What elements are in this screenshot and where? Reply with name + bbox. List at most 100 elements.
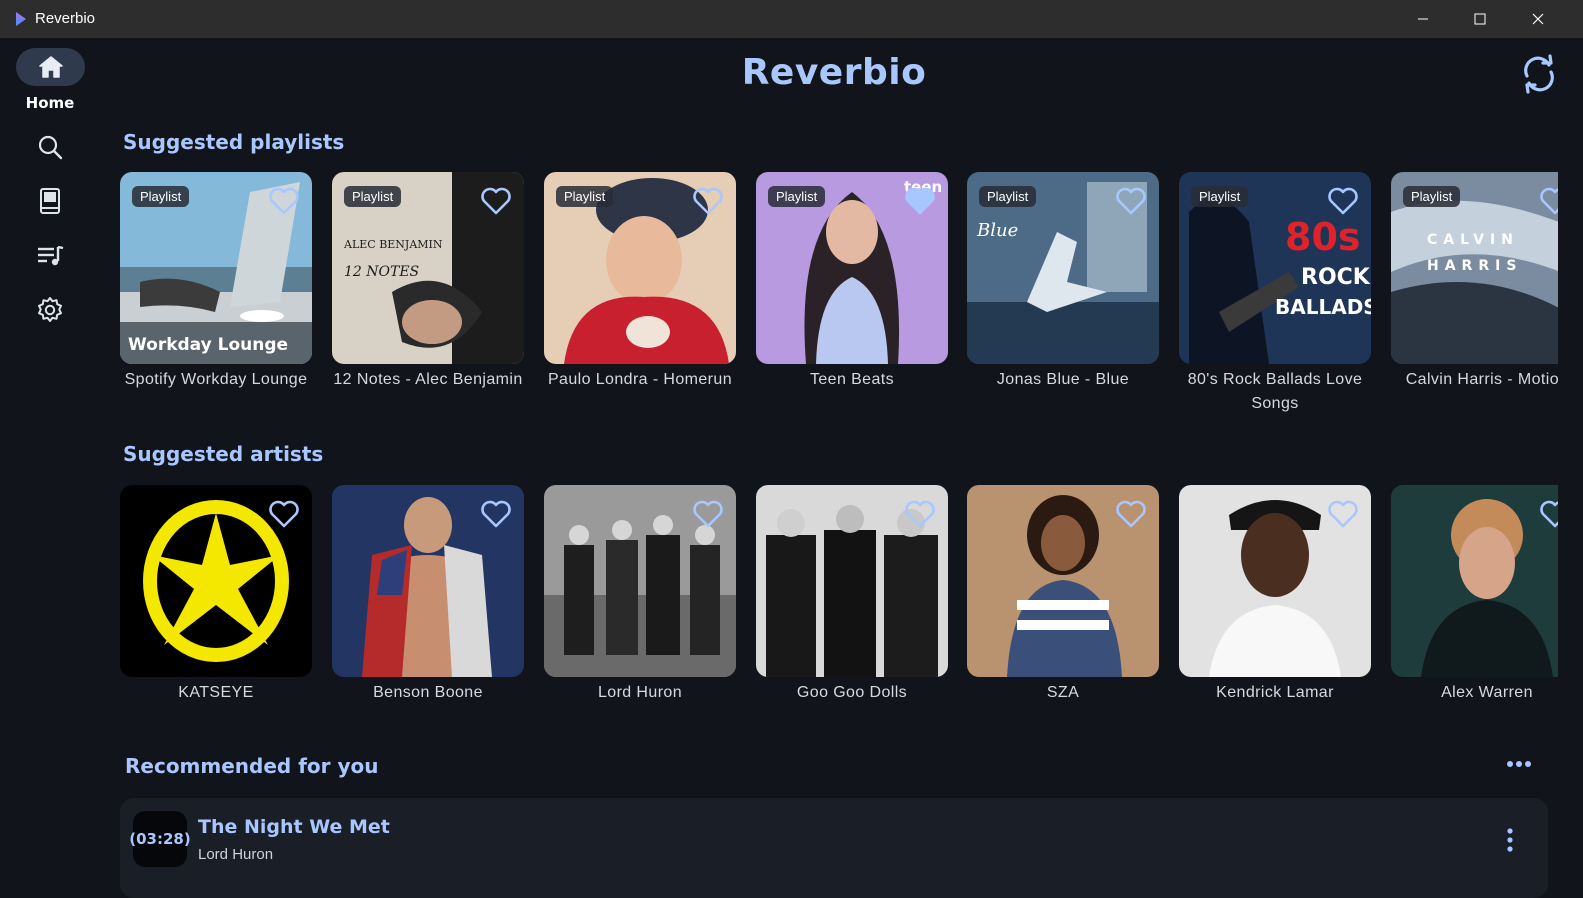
playlist-row: Workday Lounge Playlist Spotify Workday … xyxy=(120,172,1558,422)
minimize-button[interactable] xyxy=(1394,0,1452,38)
heart-icon[interactable] xyxy=(1327,499,1359,529)
section-title-artists: Suggested artists xyxy=(123,442,324,466)
playlist-artwork[interactable]: CALVIN HARRIS Playlist xyxy=(1391,172,1558,364)
artist-card[interactable]: Lord Huron xyxy=(544,485,736,705)
heart-icon[interactable] xyxy=(904,186,936,216)
playlist-name[interactable]: Calvin Harris - Motion xyxy=(1391,368,1558,392)
heart-icon[interactable] xyxy=(1115,186,1147,216)
artist-name[interactable]: KATSEYE xyxy=(120,681,312,705)
playlist-card[interactable]: teen beats Playlist Teen Beats xyxy=(756,172,948,392)
artist-photo[interactable] xyxy=(967,485,1159,677)
svg-text:CALVIN: CALVIN xyxy=(1427,232,1519,248)
search-icon xyxy=(38,135,63,160)
playlist-artwork[interactable]: Playlist xyxy=(544,172,736,364)
svg-text:12 NOTES: 12 NOTES xyxy=(344,264,419,280)
playlist-name[interactable]: Teen Beats xyxy=(756,368,948,392)
settings-icon xyxy=(38,297,62,322)
heart-icon[interactable] xyxy=(480,499,512,529)
more-horizontal-icon xyxy=(1507,761,1531,767)
sidebar-item-home[interactable] xyxy=(16,48,85,86)
artist-photo[interactable] xyxy=(332,485,524,677)
playlist-artwork[interactable]: 80s ROCK BALLADS Playlist xyxy=(1179,172,1371,364)
song-title[interactable]: The Night We Met xyxy=(198,816,390,838)
heart-icon[interactable] xyxy=(480,186,512,216)
maximize-button[interactable] xyxy=(1451,0,1509,38)
playlist-name[interactable]: Jonas Blue - Blue xyxy=(967,368,1159,392)
home-icon xyxy=(38,56,63,78)
app-logo-icon xyxy=(16,12,26,26)
playlist-badge: Playlist xyxy=(1403,186,1461,207)
sidebar-item-library[interactable] xyxy=(34,185,66,217)
playlist-artwork[interactable]: Workday Lounge Playlist xyxy=(120,172,312,364)
heart-icon[interactable] xyxy=(1327,186,1359,216)
artist-name[interactable]: Goo Goo Dolls xyxy=(756,681,948,705)
title-bar: Reverbio xyxy=(0,0,1583,38)
minimize-icon xyxy=(1418,18,1428,20)
sidebar-item-home-label[interactable]: Home xyxy=(0,94,100,112)
refresh-icon xyxy=(1524,54,1554,94)
playlist-name[interactable]: Spotify Workday Lounge xyxy=(120,368,312,392)
playlist-card[interactable]: Playlist Paulo Londra - Homerun xyxy=(544,172,736,392)
artist-photo[interactable] xyxy=(1391,485,1558,677)
playlist-badge: Playlist xyxy=(344,186,402,207)
playlist-cover-text: Workday Lounge xyxy=(128,335,288,355)
close-icon xyxy=(1532,13,1544,25)
artist-name[interactable]: Kendrick Lamar xyxy=(1179,681,1371,705)
more-options-button[interactable] xyxy=(1504,752,1534,776)
playlist-name[interactable]: 12 Notes - Alec Benjamin xyxy=(332,368,524,392)
playlist-cover-text: 80s xyxy=(1285,215,1361,259)
artist-name[interactable]: Alex Warren xyxy=(1391,681,1558,705)
heart-icon[interactable] xyxy=(268,186,300,216)
artist-name[interactable]: Lord Huron xyxy=(544,681,736,705)
artist-photo[interactable] xyxy=(1179,485,1371,677)
song-list-item[interactable]: (03:28) The Night We Met Lord Huron xyxy=(120,798,1548,898)
heart-icon[interactable] xyxy=(904,499,936,529)
artist-card[interactable]: Benson Boone xyxy=(332,485,524,705)
sidebar-item-settings[interactable] xyxy=(34,294,66,326)
svg-text:HARRIS: HARRIS xyxy=(1427,258,1522,274)
artist-photo[interactable] xyxy=(120,485,312,677)
heart-icon[interactable] xyxy=(692,186,724,216)
playlist-card[interactable]: 80s ROCK BALLADS Playlist 80's Rock Ball… xyxy=(1179,172,1371,416)
heart-icon[interactable] xyxy=(1539,186,1558,216)
sidebar-item-queue[interactable] xyxy=(34,240,66,272)
playlist-badge: Playlist xyxy=(768,186,826,207)
maximize-icon xyxy=(1474,13,1486,25)
refresh-button[interactable] xyxy=(1519,54,1559,94)
song-artwork[interactable]: (03:28) xyxy=(129,811,191,867)
artist-card[interactable]: Goo Goo Dolls xyxy=(756,485,948,705)
artist-name[interactable]: SZA xyxy=(967,681,1159,705)
more-vertical-icon xyxy=(1507,828,1513,852)
playlist-card[interactable]: CALVIN HARRIS Playlist Calvin Harris - M… xyxy=(1391,172,1558,392)
heart-icon[interactable] xyxy=(1115,499,1147,529)
playlist-artwork[interactable]: ALEC BENJAMIN 12 NOTES Playlist xyxy=(332,172,524,364)
artist-name[interactable]: Benson Boone xyxy=(332,681,524,705)
artist-card[interactable]: Alex Warren xyxy=(1391,485,1558,705)
heart-icon[interactable] xyxy=(692,499,724,529)
playlist-card[interactable]: Workday Lounge Playlist Spotify Workday … xyxy=(120,172,312,392)
artist-card[interactable]: Kendrick Lamar xyxy=(1179,485,1371,705)
artist-card[interactable]: SZA xyxy=(967,485,1159,705)
playlist-artwork[interactable]: teen beats Playlist xyxy=(756,172,948,364)
playlist-cover-text: Blue xyxy=(976,220,1018,241)
playlist-artwork[interactable]: Blue Playlist xyxy=(967,172,1159,364)
playlist-card[interactable]: ALEC BENJAMIN 12 NOTES Playlist 12 Notes… xyxy=(332,172,524,392)
playlist-name[interactable]: Paulo Londra - Homerun xyxy=(544,368,736,392)
heart-icon[interactable] xyxy=(1539,499,1558,529)
sidebar-item-search[interactable] xyxy=(34,131,66,163)
playlist-badge: Playlist xyxy=(979,186,1037,207)
song-duration: (03:28) xyxy=(129,830,191,848)
artist-card[interactable]: KATSEYE xyxy=(120,485,312,705)
close-button[interactable] xyxy=(1509,0,1567,38)
heart-icon[interactable] xyxy=(268,499,300,529)
playlist-badge: Playlist xyxy=(1191,186,1249,207)
playlist-card[interactable]: Blue Playlist Jonas Blue - Blue xyxy=(967,172,1159,392)
artist-photo[interactable] xyxy=(544,485,736,677)
sidebar: Home xyxy=(0,38,100,892)
song-artist[interactable]: Lord Huron xyxy=(198,846,273,863)
section-title-recommended: Recommended for you xyxy=(125,754,379,778)
playlist-name[interactable]: 80's Rock Ballads Love Songs xyxy=(1179,368,1371,416)
artist-photo[interactable] xyxy=(756,485,948,677)
song-options-button[interactable] xyxy=(1500,826,1520,854)
page-title: Reverbio xyxy=(741,52,927,93)
